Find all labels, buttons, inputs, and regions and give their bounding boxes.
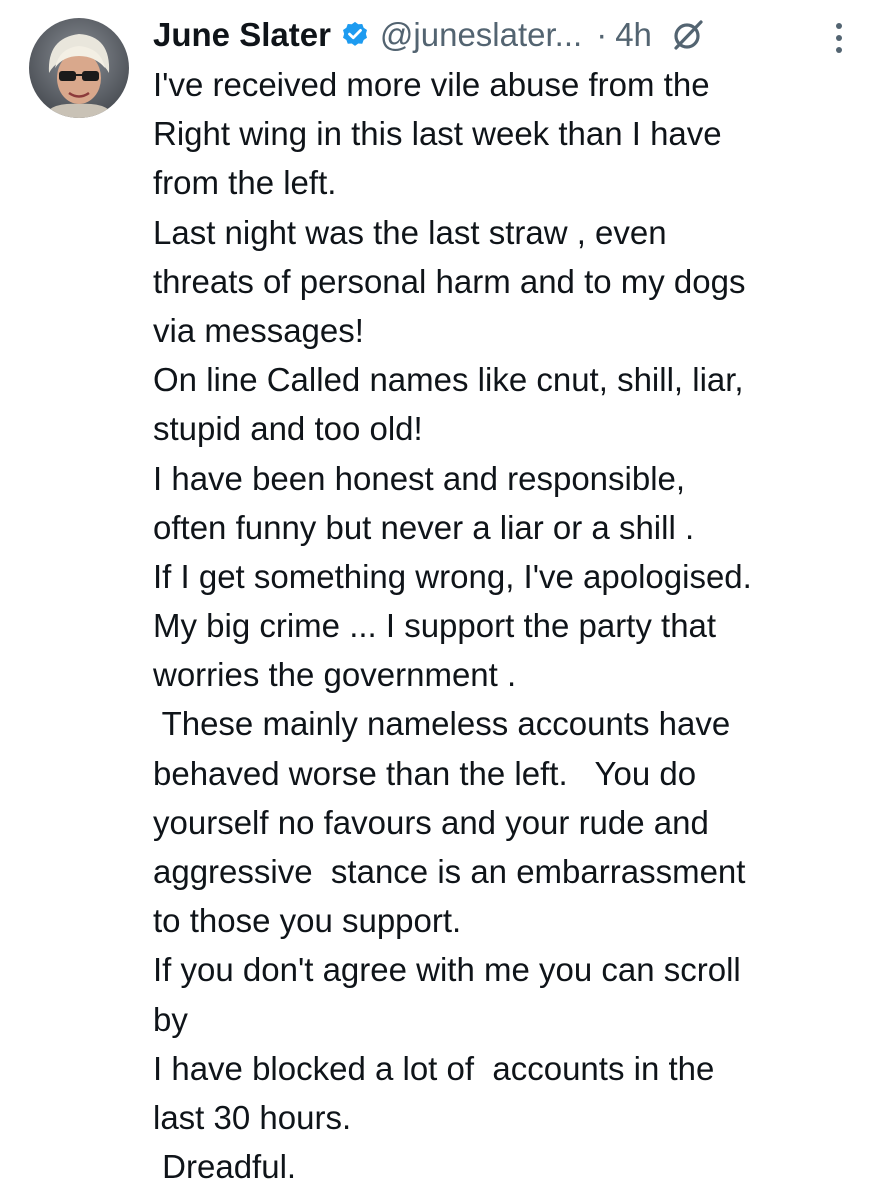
verified-badge-icon xyxy=(340,20,370,50)
tweet-line: I have been honest and responsible, xyxy=(153,459,686,497)
tweet-line: These mainly nameless accounts have xyxy=(153,705,731,743)
tweet-line: by xyxy=(153,1000,188,1038)
tweet-header: June Slater @juneslater... · 4h xyxy=(153,10,706,60)
tweet-line: from the left. xyxy=(153,164,337,202)
tweet-line: Dreadful. xyxy=(153,1148,297,1186)
handle[interactable]: @juneslater... xyxy=(380,16,582,54)
tweet-line: My big crime ... I support the party tha… xyxy=(153,607,717,645)
tweet-text: I've received more vile abuse from the R… xyxy=(153,60,873,1191)
grok-icon[interactable] xyxy=(670,17,706,53)
avatar[interactable] xyxy=(29,18,129,118)
avatar-photo xyxy=(29,18,129,118)
tweet-line: On line Called names like cnut, shill, l… xyxy=(153,361,744,399)
tweet-line: behaved worse than the left. You do xyxy=(153,754,697,792)
tweet-line: I've received more vile abuse from the xyxy=(153,66,710,103)
more-options-icon[interactable] xyxy=(832,20,846,56)
timestamp[interactable]: 4h xyxy=(615,16,652,54)
tweet-line: stupid and too old! xyxy=(153,410,423,448)
tweet-line: If I get something wrong, I've apologise… xyxy=(153,557,752,595)
tweet-line: last 30 hours. xyxy=(153,1098,352,1136)
tweet-line: threats of personal harm and to my dogs xyxy=(153,262,746,300)
tweet-line: If you don't agree with me you can scrol… xyxy=(153,951,741,989)
tweet[interactable]: June Slater @juneslater... · 4h I've rec… xyxy=(0,0,888,1200)
tweet-line: I have blocked a lot of accounts in the xyxy=(153,1049,715,1087)
tweet-line: often funny but never a liar or a shill … xyxy=(153,508,695,546)
tweet-line: yourself no favours and your rude and xyxy=(153,803,709,841)
separator-dot: · xyxy=(596,16,608,53)
tweet-line: to those you support. xyxy=(153,902,462,940)
tweet-line: Right wing in this last week than I have xyxy=(153,115,722,153)
tweet-line: via messages! xyxy=(153,311,364,349)
tweet-line: Last night was the last straw , even xyxy=(153,213,667,251)
tweet-line: aggressive stance is an embarrassment xyxy=(153,853,746,890)
display-name[interactable]: June Slater xyxy=(153,16,331,54)
tweet-line: worries the government . xyxy=(153,656,517,694)
